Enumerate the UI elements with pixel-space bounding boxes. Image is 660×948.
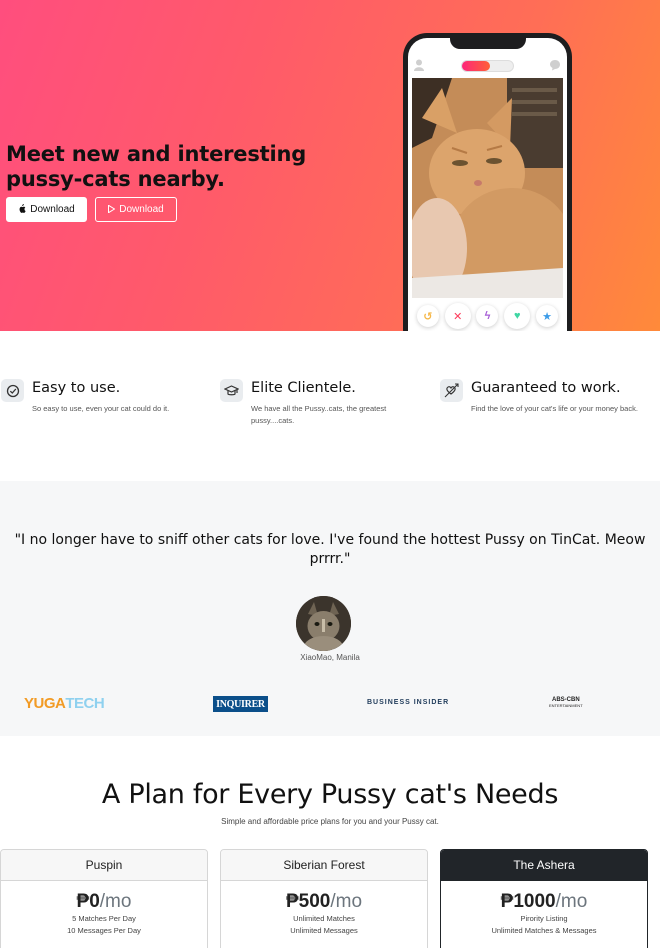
plan-price: ₱1000/mo <box>441 891 647 913</box>
feature-text: So easy to use, even your cat could do i… <box>32 404 170 413</box>
plan-feature: Pirority Listing <box>520 914 568 923</box>
feature-text: We have all the Pussy..cats, the greates… <box>251 404 387 425</box>
boost-icon[interactable]: ϟ <box>476 305 499 327</box>
feature-title: Guaranteed to work. <box>471 380 621 396</box>
inquirer-logo-text: INQUIRER <box>216 698 265 710</box>
plan-price-period: /mo <box>555 891 588 912</box>
flame-toggle-on <box>462 61 490 71</box>
yugatech-logo-tech: TECH <box>65 695 105 712</box>
check-circle-icon <box>1 379 24 402</box>
features-section: Easy to use. So easy to use, even your c… <box>0 331 660 481</box>
super-like-icon[interactable]: ★ <box>536 305 559 327</box>
abscbn-logo-sub: ENTERTAINMENT <box>549 703 583 708</box>
yugatech-logo-yuga: YUGA <box>24 695 66 712</box>
download-app-store-label: Download <box>30 204 75 215</box>
download-app-store-button[interactable]: Download <box>6 197 87 222</box>
business-insider-logo-text: BUSINESS INSIDER <box>367 699 450 706</box>
like-icon[interactable]: ♥ <box>504 303 531 329</box>
app-top-bar <box>408 58 567 74</box>
plan-name: Puspin <box>1 850 207 881</box>
plan-card-the-ashera: The Ashera ₱1000/mo Pirority Listing Unl… <box>440 849 648 948</box>
press-logos: YUGA TECH INQUIRER BUSINESS INSIDER ABS-C… <box>0 695 660 715</box>
plan-price: ₱500/mo <box>221 891 427 913</box>
testimonial-author: XiaoMao, Manila <box>300 653 360 662</box>
graduation-cap-icon <box>220 379 243 402</box>
plan-feature: Unlimited Messages <box>290 926 358 935</box>
plan-price-period: /mo <box>330 891 363 912</box>
plan-price-amount: ₱500 <box>285 891 331 912</box>
chat-icon <box>550 60 560 71</box>
nope-icon[interactable]: ✕ <box>444 303 471 329</box>
abscbn-logo: ABS-CBN ENTERTAINMENT <box>549 697 583 709</box>
pricing-title: A Plan for Every Pussy cat's Needs <box>101 779 559 810</box>
play-store-icon <box>108 203 116 215</box>
hero-section: Meet new and interesting pussy-cats near… <box>0 0 660 331</box>
plan-price-period: /mo <box>99 891 132 912</box>
feature-title: Elite Clientele. <box>251 380 356 396</box>
phone-screen: ↺ ✕ ϟ ♥ ★ <box>408 38 567 331</box>
feature-text: Find the love of your cat's life or your… <box>471 404 638 413</box>
testimonial-quote: "I no longer have to sniff other cats fo… <box>14 532 646 567</box>
plan-price-amount: ₱0 <box>76 891 100 912</box>
yugatech-logo: YUGA TECH <box>24 695 105 712</box>
plan-feature: Unlimited Matches <box>293 914 355 923</box>
plan-feature: 5 Matches Per Day <box>72 914 136 923</box>
plan-name: The Ashera <box>441 850 647 881</box>
apple-icon <box>18 204 26 215</box>
plan-card-siberian-forest: Siberian Forest ₱500/mo Unlimited Matche… <box>220 849 428 948</box>
inquirer-logo: INQUIRER <box>213 696 268 712</box>
download-google-play-label: Download <box>119 204 164 215</box>
pricing-section: A Plan for Every Pussy cat's Needs Simpl… <box>0 736 660 948</box>
plan-card-puspin: Puspin ₱0/mo 5 Matches Per Day 10 Messag… <box>0 849 208 948</box>
hero-title: Meet new and interesting pussy-cats near… <box>6 142 307 191</box>
heart-arrow-icon <box>440 379 463 402</box>
profile-icon <box>414 59 424 71</box>
mode-toggle <box>461 60 514 72</box>
plan-feature: Unlimited Matches & Messages <box>491 926 597 935</box>
business-insider-logo: BUSINESS INSIDER <box>367 699 449 706</box>
phone-notch <box>450 38 526 49</box>
swipe-action-bar: ↺ ✕ ϟ ♥ ★ <box>408 302 567 330</box>
pricing-subtitle: Simple and affordable price plans for yo… <box>221 817 439 826</box>
download-google-play-button[interactable]: Download <box>95 197 177 222</box>
plan-name: Siberian Forest <box>221 850 427 881</box>
feature-title: Easy to use. <box>32 380 121 396</box>
testimonial-section: "I no longer have to sniff other cats fo… <box>0 481 660 736</box>
plan-feature: 10 Messages Per Day <box>67 926 141 935</box>
rewind-icon[interactable]: ↺ <box>416 305 439 327</box>
testimonial-avatar <box>296 596 351 651</box>
phone-mockup: ↺ ✕ ϟ ♥ ★ <box>403 33 572 331</box>
cat-profile-photo <box>412 78 563 298</box>
plan-price-amount: ₱1000 <box>500 891 556 912</box>
plan-price: ₱0/mo <box>1 891 207 913</box>
